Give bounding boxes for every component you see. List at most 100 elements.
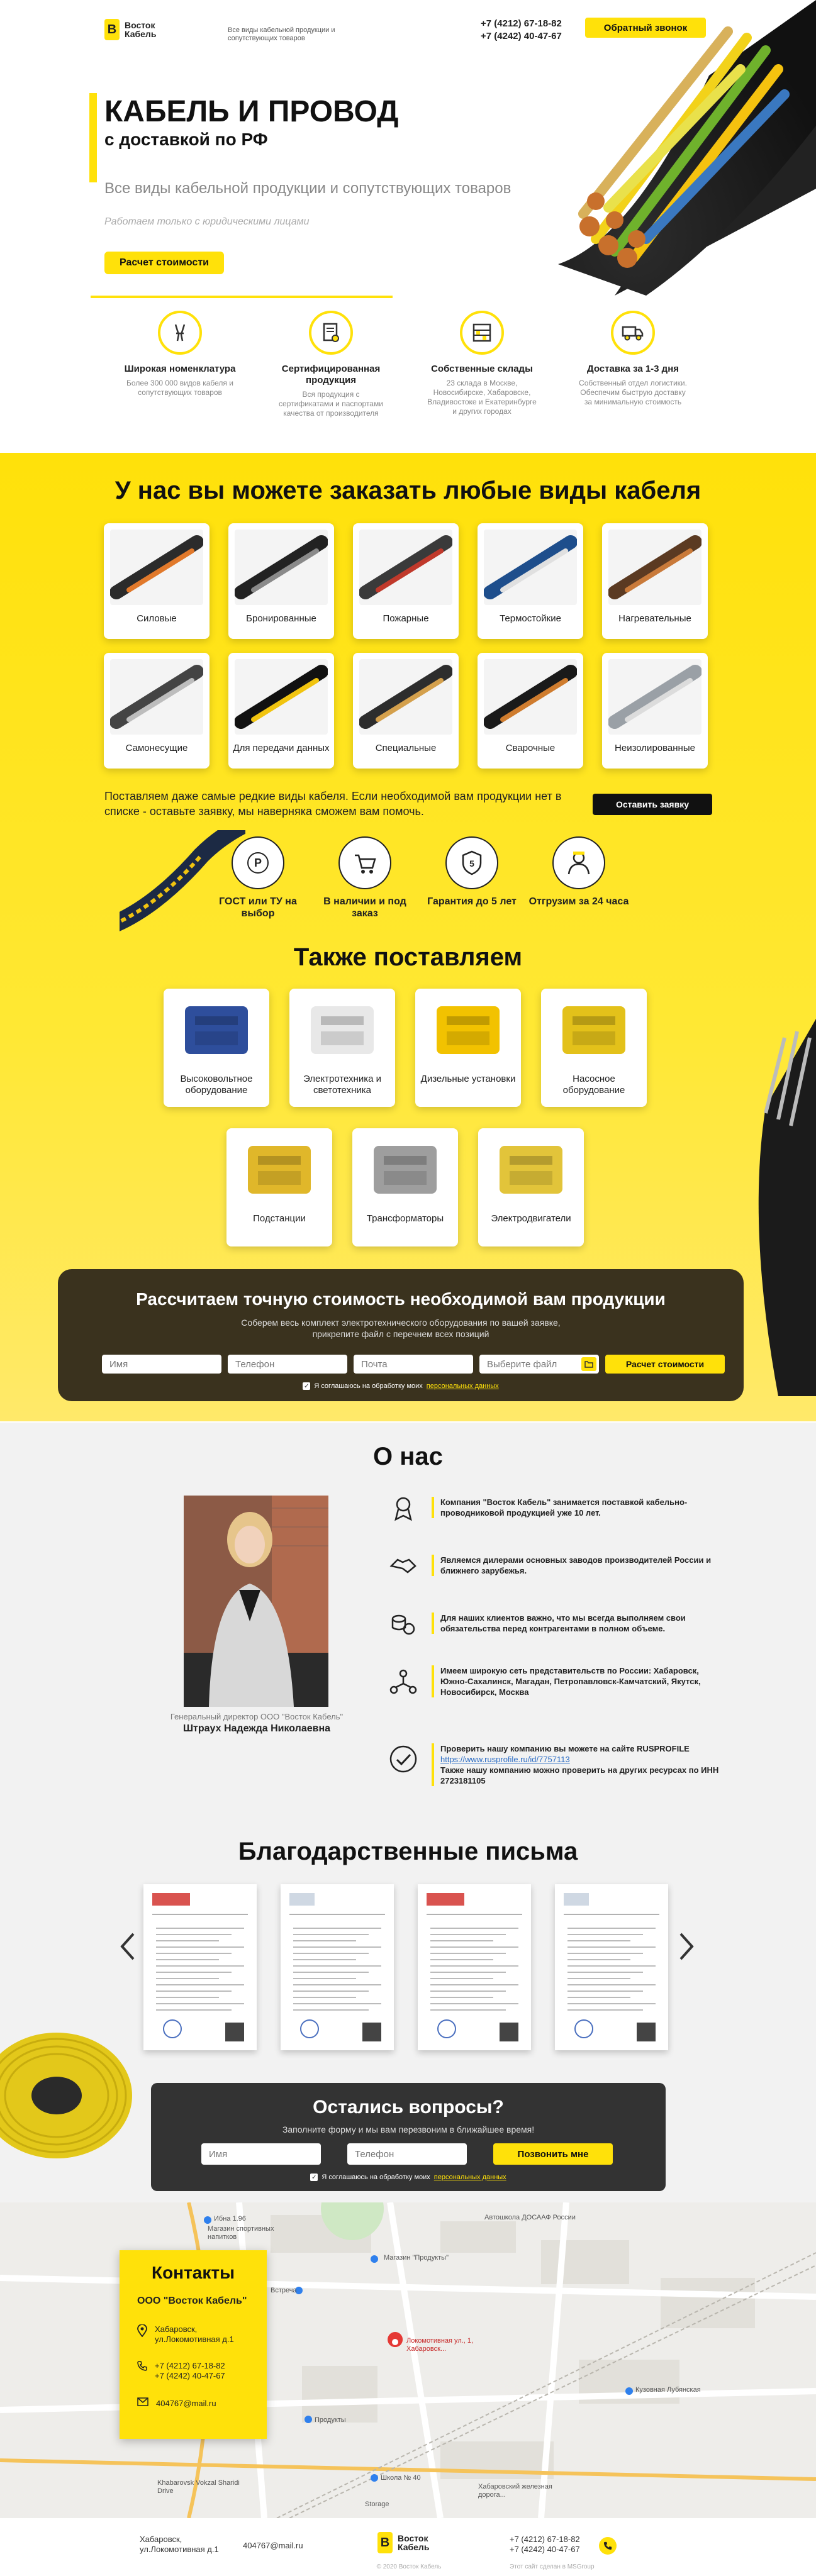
also-item-label: Трансформаторы: [366, 1213, 444, 1224]
questions-text: Заполните форму и мы вам перезвоним в бл…: [282, 2124, 535, 2135]
header-phone1[interactable]: +7 (4212) 67-18-82: [481, 18, 562, 30]
calc-consent-link[interactable]: персональных данных: [427, 1382, 499, 1390]
about-fact-row: Являемся дилерами основных заводов произ…: [388, 1550, 721, 1581]
cable-photo: [359, 530, 453, 605]
footer-made-by: Этот сайт сделан в MSGroup: [510, 2563, 595, 2570]
benefit-badge-label: Отгрузим за 24 часа: [528, 896, 629, 907]
questions-name-input[interactable]: Имя: [201, 2143, 321, 2165]
questions-consent-checkbox[interactable]: ✓: [310, 2174, 318, 2181]
director-caption: Генеральный директор ООО "Восток Кабель": [170, 1712, 344, 1721]
call-me-button[interactable]: Позвонить мне: [493, 2143, 613, 2165]
coins-icon: [388, 1607, 419, 1639]
also-item-label: Высоковольтное оборудование: [180, 1074, 253, 1096]
director-photo: [184, 1496, 328, 1707]
feature-text: Вся продукция с сертификатами и паспорта…: [279, 390, 383, 418]
guarantee-icon: 5: [445, 836, 498, 889]
benefit-badge: В наличии и под заказ: [315, 836, 415, 919]
catalog-item[interactable]: Пожарные: [353, 523, 459, 639]
calc-phone-input[interactable]: Телефон: [228, 1355, 347, 1374]
director-name: Штраух Надежда Николаевна: [182, 1723, 331, 1734]
catalog-item-label: Специальные: [375, 743, 437, 753]
rare-cable-text: Поставляем даже самые редкие виды кабеля…: [104, 790, 562, 818]
benefit-badge: 5 Гарантия до 5 лет: [422, 836, 522, 908]
hero-title: КАБЕЛЬ И ПРОВОД: [104, 95, 399, 128]
calc-name-input[interactable]: Имя: [102, 1355, 221, 1374]
questions-consent-link[interactable]: персональных данных: [434, 2174, 506, 2181]
letters-prev-arrow[interactable]: [120, 1932, 136, 1968]
map-label: Продукты: [315, 2416, 346, 2424]
feature-text: 23 склада в Москве, Новосибирске, Хабаро…: [427, 379, 537, 416]
hero-section: B Восток Кабель Все виды кабельной проду…: [0, 0, 816, 453]
request-button[interactable]: Оставить заявку: [593, 794, 712, 815]
feature-range: Широкая номенклатура Более 300 000 видов …: [123, 311, 237, 397]
map-label: Локомотивная ул., 1, Хабаровск...: [406, 2337, 474, 2353]
about-facts: Компания "Восток Кабель" занимается пост…: [388, 1492, 740, 1743]
catalog-item[interactable]: Для передачи данных: [228, 653, 334, 769]
also-item[interactable]: Дизельные установки: [415, 989, 521, 1107]
calc-email-input[interactable]: Почта: [354, 1355, 473, 1374]
letter-image: [427, 1893, 522, 2041]
also-item[interactable]: Электродвигатели: [478, 1128, 584, 1246]
benefit-badge-label: В наличии и под заказ: [323, 896, 406, 919]
footer-logo[interactable]: B Восток Кабель: [377, 2532, 429, 2553]
catalog-item[interactable]: Бронированные: [228, 523, 334, 639]
logo[interactable]: B Восток Кабель: [104, 19, 156, 40]
calc-heading: Рассчитаем точную стоимость необходимой …: [136, 1289, 666, 1309]
also-item[interactable]: Электротехника и светотехника: [289, 989, 395, 1107]
also-item[interactable]: Насосное оборудование: [541, 989, 647, 1107]
contacts-phone2[interactable]: +7 (4242) 40-47-67: [155, 2371, 225, 2381]
catalog-heading: У нас вы можете заказать любые виды кабе…: [115, 477, 701, 504]
catalog-item[interactable]: Специальные: [353, 653, 459, 769]
letters-heading: Благодарственные письма: [238, 1838, 578, 1865]
catalog-item[interactable]: Термостойкие: [478, 523, 583, 639]
calc-submit-button[interactable]: Расчет стоимости: [605, 1355, 725, 1374]
map-label: Автошкола ДОСААФ России: [484, 2214, 576, 2221]
also-item-label: Электротехника и светотехника: [303, 1074, 381, 1096]
also-item[interactable]: Подстанции: [226, 1128, 332, 1246]
footer-logo-line1: Восток: [398, 2533, 428, 2543]
svg-text:P: P: [254, 857, 262, 869]
catalog-item[interactable]: Неизолированные: [602, 653, 708, 769]
questions-phone-input[interactable]: Телефон: [347, 2143, 467, 2165]
contacts-phone1[interactable]: +7 (4212) 67-18-82: [155, 2361, 225, 2371]
thank-you-letter[interactable]: [418, 1884, 531, 2050]
footer-logo-mark-icon: B: [377, 2532, 393, 2553]
hero-cta-button[interactable]: Расчет стоимости: [104, 252, 224, 274]
rusprofile-link[interactable]: https://www.rusprofile.ru/id/7757113: [440, 1754, 721, 1765]
callback-button[interactable]: Обратный звонок: [585, 18, 706, 38]
footer-copyright: © 2020 Восток Кабель: [376, 2563, 442, 2570]
thank-you-letter[interactable]: [143, 1884, 257, 2050]
footer-phone1[interactable]: +7 (4212) 67-18-82: [510, 2534, 580, 2545]
footer-phone2[interactable]: +7 (4242) 40-47-67: [510, 2545, 580, 2555]
hero-subtitle: с доставкой по РФ: [104, 130, 268, 149]
footer-email[interactable]: 404767@mail.ru: [243, 2541, 303, 2550]
cable-photo: [234, 530, 328, 605]
letters-next-arrow[interactable]: [678, 1932, 695, 1964]
cable-photo: [109, 530, 204, 605]
also-item[interactable]: Высоковольтное оборудование: [164, 989, 269, 1107]
contacts-email[interactable]: 404767@mail.ru: [156, 2399, 216, 2408]
map-section[interactable]: Ибна 1.96 Магазин спортивных напитков Авто…: [0, 2202, 816, 2518]
feature-text: Более 300 000 видов кабеля и сопутствующ…: [126, 379, 233, 397]
medal-icon: [388, 1492, 419, 1523]
catalog-item[interactable]: Силовые: [104, 523, 210, 639]
feature-warehouses: Собственные склады 23 склада в Москве, Но…: [425, 311, 539, 416]
footer-address: Хабаровск, ул.Локомотивная д.1: [140, 2534, 219, 2554]
footer-phone-icon[interactable]: [599, 2537, 617, 2555]
calc-consent-checkbox[interactable]: ✓: [303, 1382, 311, 1390]
header-phone2[interactable]: +7 (4242) 40-47-67: [481, 30, 562, 43]
thank-you-letter[interactable]: [281, 1884, 394, 2050]
calc-file-input[interactable]: Выберите файл: [479, 1355, 599, 1374]
benefit-badge-label: Гарантия до 5 лет: [427, 896, 517, 907]
catalog-item[interactable]: Самонесущие: [104, 653, 210, 769]
also-item[interactable]: Трансформаторы: [352, 1128, 458, 1246]
catalog-item[interactable]: Сварочные: [478, 653, 583, 769]
cable-photo: [234, 659, 328, 735]
map-label: Магазин спортивных напитков: [208, 2225, 274, 2241]
thank-you-letter[interactable]: [555, 1884, 668, 2050]
equipment-photo: [484, 1135, 578, 1205]
catalog-item[interactable]: Нагревательные: [602, 523, 708, 639]
catalog-item-label: Сварочные: [505, 743, 556, 753]
title-accent-bar: [89, 93, 97, 182]
yellow-wire-coil-image: [0, 2033, 132, 2158]
